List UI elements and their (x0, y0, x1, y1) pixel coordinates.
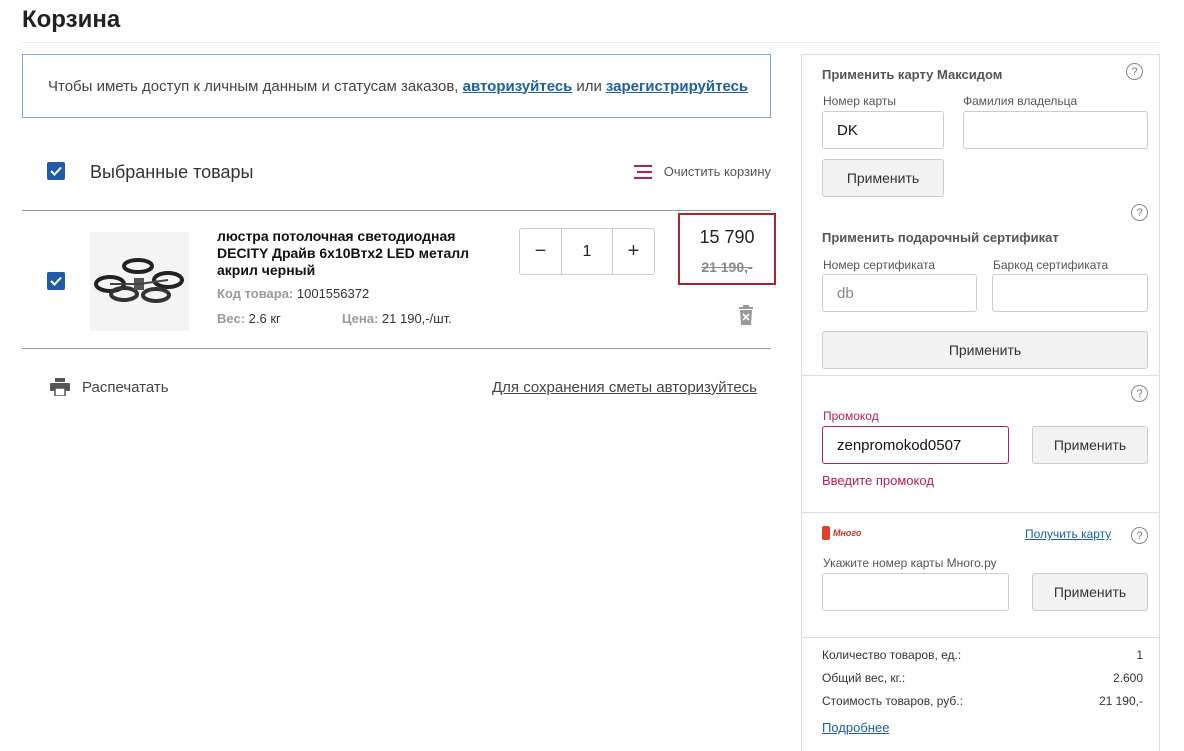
summary-cost-value: 21 190,- (1098, 694, 1143, 708)
increase-qty-button[interactable]: + (613, 229, 654, 274)
divider (22, 348, 771, 349)
clear-cart-button[interactable]: Очистить корзину (633, 164, 771, 179)
summary-row-cost: Стоимость товаров, руб.: 21 190,- (822, 694, 1143, 708)
owner-name-input[interactable] (963, 111, 1148, 149)
help-icon[interactable]: ? (1131, 385, 1148, 402)
maxidom-card-title: Применить карту Максидом (822, 67, 1003, 82)
unit-price-label: Цена: (342, 311, 379, 326)
summary-row-count: Количество товаров, ед.: 1 (822, 648, 1143, 662)
auth-notice-or: или (576, 77, 602, 95)
divider (22, 42, 1160, 43)
promo-code-input[interactable]: zenpromokod0507 (822, 426, 1009, 464)
product-image[interactable] (90, 232, 189, 331)
login-link[interactable]: авторизуйтесь (463, 78, 573, 95)
check-icon (50, 276, 62, 286)
mnogo-logo: Много (822, 526, 862, 540)
check-icon (50, 166, 62, 176)
product-weight-label: Вес: (217, 311, 246, 326)
product-weight: Вес: 2.6 кг (217, 311, 281, 326)
summary-weight-label: Общий вес, кг.: (822, 671, 906, 685)
discount-price: 15 790 (699, 227, 755, 247)
quantity-value[interactable]: 1 (561, 229, 613, 274)
cert-number-input[interactable]: db (822, 274, 977, 312)
apply-gift-button[interactable]: Применить (822, 331, 1148, 369)
details-link[interactable]: Подробнее (822, 720, 889, 735)
help-icon[interactable]: ? (1131, 527, 1148, 544)
original-price: 21 190,- (701, 259, 753, 275)
product-weight-value: 2.6 кг (248, 311, 281, 326)
summary-cost-label: Стоимость товаров, руб.: (822, 694, 963, 708)
selected-items-label: Выбранные товары (90, 162, 254, 182)
selection-header: Выбранные товары Очистить корзину (22, 152, 771, 192)
cert-barcode-input[interactable] (992, 274, 1148, 312)
mnogo-card-input[interactable] (822, 573, 1009, 611)
get-card-link[interactable]: Получить карту (1025, 527, 1111, 541)
trash-icon[interactable] (737, 305, 755, 325)
page-title: Корзина (22, 6, 121, 33)
clear-list-icon (633, 164, 652, 179)
auth-notice: Чтобы иметь доступ к личным данным и ста… (22, 54, 771, 118)
item-checkbox[interactable] (47, 272, 65, 290)
owner-name-label: Фамилия владельца (963, 94, 1078, 108)
promo-label: Промокод (823, 409, 879, 423)
clear-cart-label: Очистить корзину (663, 164, 771, 179)
select-all-checkbox[interactable] (47, 162, 65, 180)
summary-count-value: 1 (1136, 648, 1143, 662)
gift-cert-title: Применить подарочный сертификат (822, 230, 1059, 245)
summary-count-label: Количество товаров, ед.: (822, 648, 962, 662)
promo-error: Введите промокод (822, 473, 934, 488)
save-estimate-link[interactable]: Для сохранения сметы авторизуйтесь (492, 379, 757, 396)
apply-mnogo-button[interactable]: Применить (1032, 573, 1148, 611)
auth-notice-text: Чтобы иметь доступ к личным данным и ста… (48, 77, 459, 95)
printer-icon (50, 378, 70, 396)
print-button[interactable]: Распечатать (50, 378, 169, 396)
product-name[interactable]: люстра потолочная светодиодная DECITY Др… (217, 228, 497, 279)
price-box: 15 790 21 190,- (678, 213, 776, 285)
apply-promo-button[interactable]: Применить (1032, 426, 1148, 464)
register-link[interactable]: зарегистрируйтесь (606, 78, 748, 95)
summary-weight-value: 2.600 (1112, 671, 1143, 685)
divider (22, 210, 771, 211)
mnogo-card-label: Укажите номер карты Много.ру (823, 556, 997, 570)
help-icon[interactable]: ? (1126, 63, 1143, 80)
chandelier-image (94, 258, 184, 303)
mnogo-logo-text: Много (833, 528, 862, 538)
print-label: Распечатать (82, 378, 169, 396)
cert-number-label: Номер сертификата (823, 258, 936, 272)
quantity-stepper: − 1 + (519, 228, 655, 275)
apply-maxidom-button[interactable]: Применить (822, 159, 944, 197)
cert-barcode-label: Баркод сертификата (993, 258, 1109, 272)
card-number-label: Номер карты (823, 94, 896, 108)
decrease-qty-button[interactable]: − (520, 229, 561, 274)
summary-row-weight: Общий вес, кг.: 2.600 (822, 671, 1143, 685)
product-code-label: Код товара: (217, 286, 294, 301)
product-unit-price: Цена: 21 190,-/шт. (342, 311, 452, 326)
discounts-sidebar: Применить карту Максидом ? Номер карты D… (801, 54, 1160, 751)
unit-price-value: 21 190,-/шт. (381, 311, 452, 326)
product-code-value: 1001556372 (296, 286, 370, 301)
help-icon[interactable]: ? (1131, 204, 1148, 221)
mnogo-mark-icon (822, 526, 830, 540)
product-code: Код товара: 1001556372 (217, 286, 369, 301)
card-number-input[interactable]: DK (822, 111, 944, 149)
